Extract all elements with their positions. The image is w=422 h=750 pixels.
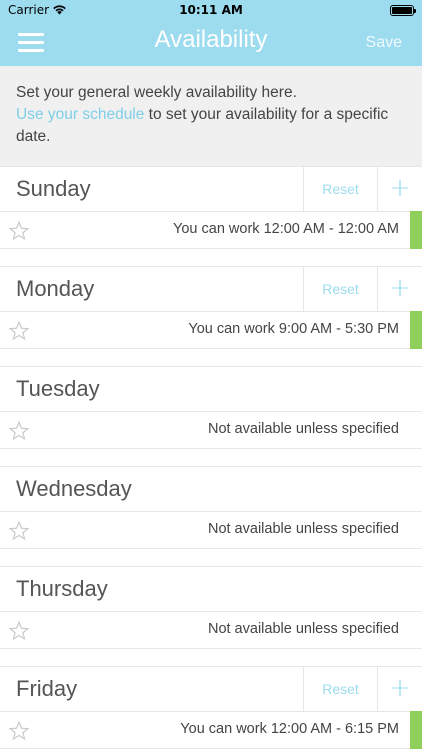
app-header: Carrier 10:11 AM Availability Save [0,0,422,66]
page-title: Availability [154,26,268,53]
star-icon[interactable] [8,520,30,542]
availability-status: Not available unless specified [207,621,399,637]
intro-text: Set your general weekly availability her… [0,66,422,166]
day-header-wednesday: Wednesday [0,466,422,512]
star-icon[interactable] [8,620,30,642]
availability-status: Not available unless specified [207,521,399,537]
day-row-monday[interactable]: You can work 9:00 AM - 5:30 PM [0,311,422,349]
availability-status: You can work 12:00 AM - 6:15 PM [180,721,399,737]
day-row-thursday[interactable]: Not available unless specified [0,611,422,649]
intro-text-before: Set your general weekly availability her… [16,84,297,101]
battery-icon [390,5,416,16]
day-header-friday: Friday Reset + [0,666,422,712]
day-name: Wednesday [16,476,132,501]
star-icon[interactable] [8,420,30,442]
use-your-schedule-link[interactable]: Use your schedule [16,106,144,123]
day-name: Tuesday [16,376,100,401]
section-gap [0,449,422,465]
day-header-thursday: Thursday [0,566,422,612]
reset-button[interactable]: Reset [303,667,377,712]
day-name: Thursday [16,576,108,601]
available-indicator [410,711,422,749]
add-icon[interactable]: + [377,267,422,312]
day-row-friday[interactable]: You can work 12:00 AM - 6:15 PM [0,711,422,749]
status-time: 10:11 AM [179,3,243,17]
day-row-tuesday[interactable]: Not available unless specified [0,411,422,449]
section-gap [0,249,422,265]
reset-button[interactable]: Reset [303,267,377,312]
day-name: Friday [16,676,78,701]
status-bar: Carrier 10:11 AM [0,0,422,22]
day-name: Monday [16,276,95,301]
availability-status: You can work 12:00 AM - 12:00 AM [173,221,399,237]
section-gap [0,549,422,565]
reset-button[interactable]: Reset [303,167,377,212]
day-row-sunday[interactable]: You can work 12:00 AM - 12:00 AM [0,211,422,249]
add-icon[interactable]: + [377,167,422,212]
day-row-wednesday[interactable]: Not available unless specified [0,511,422,549]
star-icon[interactable] [8,720,30,742]
availability-status: Not available unless specified [207,421,399,437]
section-gap [0,649,422,665]
save-button[interactable]: Save [366,34,402,52]
add-icon[interactable]: + [377,667,422,712]
star-icon[interactable] [8,320,30,342]
star-icon[interactable] [8,220,30,242]
available-indicator [410,211,422,249]
day-header-tuesday: Tuesday [0,366,422,412]
available-indicator [410,311,422,349]
day-header-monday: Monday Reset + [0,266,422,312]
availability-status: You can work 9:00 AM - 5:30 PM [188,321,399,337]
day-name: Sunday [16,176,91,201]
section-gap [0,349,422,365]
day-header-sunday: Sunday Reset + [0,166,422,212]
